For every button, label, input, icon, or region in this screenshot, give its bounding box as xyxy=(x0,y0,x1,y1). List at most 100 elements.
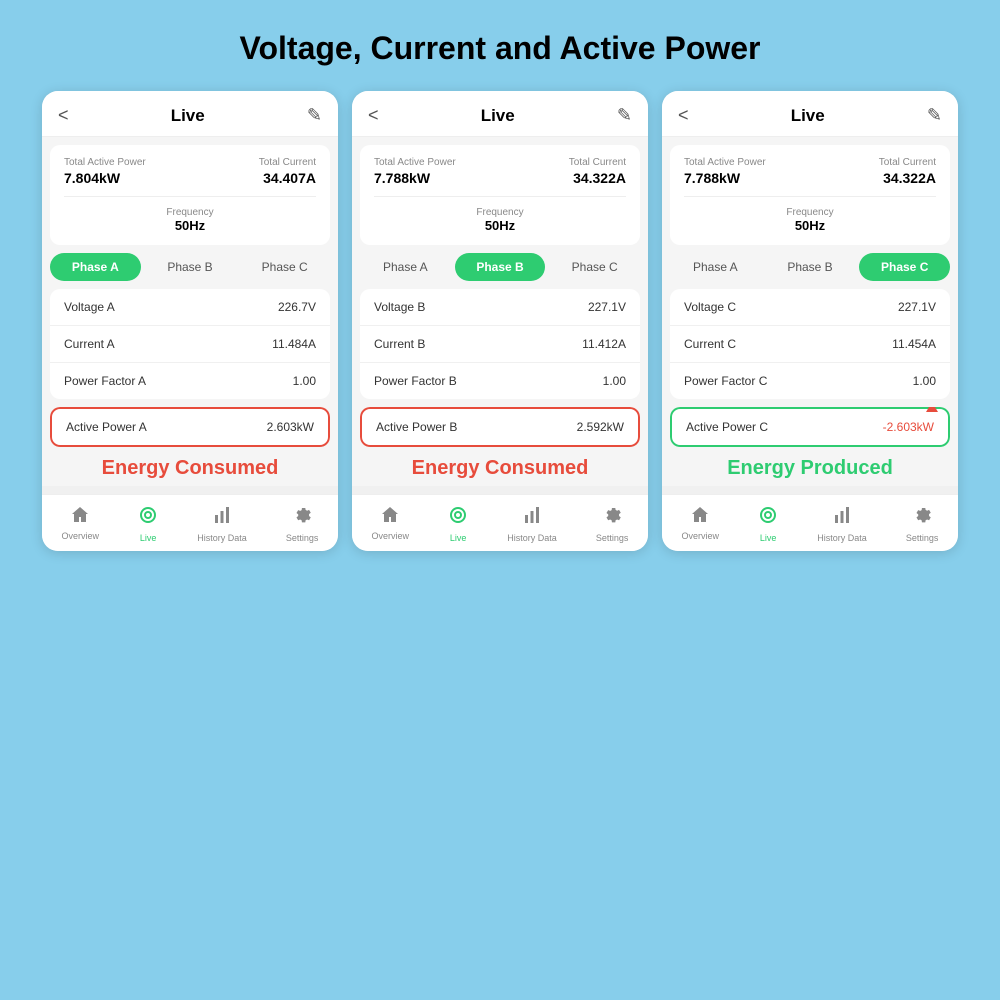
phase-tab-phase-b[interactable]: Phase B xyxy=(145,253,236,281)
nav-item-settings[interactable]: Settings xyxy=(596,505,629,543)
nav-item-history-data[interactable]: History Data xyxy=(197,505,247,543)
phone-header: < Live ✎ xyxy=(662,91,958,137)
total-active-power-value: 7.804kW xyxy=(64,170,120,186)
active-power-value: -2.603kW xyxy=(883,420,934,434)
bottom-nav: Overview Live History Data Settings xyxy=(42,494,338,551)
nav-item-history-data[interactable]: History Data xyxy=(507,505,557,543)
active-power-section: Active Power C -2.603kW xyxy=(670,407,950,447)
data-row: Voltage C 227.1V xyxy=(670,289,950,326)
live-icon xyxy=(448,505,468,530)
frequency-label: Frequency xyxy=(374,207,626,218)
nav-label-overview: Overview xyxy=(682,531,720,541)
row-value: 1.00 xyxy=(913,374,936,388)
nav-label-settings: Settings xyxy=(906,533,939,543)
total-active-power-label: Total Active Power xyxy=(684,157,766,168)
active-power-row: Active Power C -2.603kW xyxy=(670,407,950,447)
nav-label-history-data: History Data xyxy=(197,533,247,543)
phone-header: < Live ✎ xyxy=(42,91,338,137)
nav-item-history-data[interactable]: History Data xyxy=(817,505,867,543)
row-label: Power Factor C xyxy=(684,374,767,388)
phase-tab-phase-c[interactable]: Phase C xyxy=(859,253,950,281)
data-section: Voltage B 227.1V Current B 11.412A Power… xyxy=(360,289,640,399)
data-row: Power Factor B 1.00 xyxy=(360,363,640,399)
data-row: Voltage A 226.7V xyxy=(50,289,330,326)
data-row: Current B 11.412A xyxy=(360,326,640,363)
total-active-power-label: Total Active Power xyxy=(374,157,456,168)
nav-item-live[interactable]: Live xyxy=(758,505,778,543)
phone-header: < Live ✎ xyxy=(352,91,648,137)
back-button[interactable]: < xyxy=(678,105,689,126)
row-value: 11.454A xyxy=(892,337,936,351)
phase-tabs: Phase APhase BPhase C xyxy=(360,253,640,281)
edit-button[interactable]: ✎ xyxy=(307,105,322,126)
phone-2: < Live ✎ Total Active Power 7.788kW Tota… xyxy=(662,91,958,551)
phase-tab-phase-c[interactable]: Phase C xyxy=(239,253,330,281)
phase-tab-phase-a[interactable]: Phase A xyxy=(670,253,761,281)
overview-icon xyxy=(690,505,710,528)
total-current-value: 34.407A xyxy=(263,170,316,186)
phase-tabs: Phase APhase BPhase C xyxy=(50,253,330,281)
active-power-label: Active Power B xyxy=(376,420,457,434)
nav-item-settings[interactable]: Settings xyxy=(286,505,319,543)
row-label: Voltage A xyxy=(64,300,115,314)
active-power-value: 2.592kW xyxy=(577,420,624,434)
row-label: Current A xyxy=(64,337,115,351)
stats-section: Total Active Power 7.788kW Total Current… xyxy=(360,145,640,245)
row-value: 1.00 xyxy=(603,374,626,388)
nav-label-settings: Settings xyxy=(596,533,629,543)
total-current-value: 34.322A xyxy=(573,170,626,186)
nav-label-overview: Overview xyxy=(62,531,100,541)
total-current-label: Total Current xyxy=(879,157,936,168)
nav-item-overview[interactable]: Overview xyxy=(62,505,100,543)
total-current-label: Total Current xyxy=(259,157,316,168)
bottom-nav: Overview Live History Data Settings xyxy=(352,494,648,551)
live-title: Live xyxy=(481,106,515,126)
back-button[interactable]: < xyxy=(368,105,379,126)
nav-item-overview[interactable]: Overview xyxy=(682,505,720,543)
nav-item-live[interactable]: Live xyxy=(448,505,468,543)
active-power-label: Active Power C xyxy=(686,420,768,434)
nav-label-settings: Settings xyxy=(286,533,319,543)
settings-icon xyxy=(912,505,932,530)
nav-item-settings[interactable]: Settings xyxy=(906,505,939,543)
live-icon xyxy=(758,505,778,530)
back-button[interactable]: < xyxy=(58,105,69,126)
phone-0: < Live ✎ Total Active Power 7.804kW Tota… xyxy=(42,91,338,551)
nav-item-live[interactable]: Live xyxy=(138,505,158,543)
frequency-label: Frequency xyxy=(64,207,316,218)
row-value: 11.412A xyxy=(582,337,626,351)
active-power-label: Active Power A xyxy=(66,420,147,434)
row-label: Power Factor B xyxy=(374,374,457,388)
phase-tab-phase-b[interactable]: Phase B xyxy=(455,253,546,281)
active-power-value: 2.603kW xyxy=(267,420,314,434)
row-label: Current C xyxy=(684,337,736,351)
nav-label-live: Live xyxy=(450,533,467,543)
history-data-icon xyxy=(832,505,852,530)
data-row: Current A 11.484A xyxy=(50,326,330,363)
phase-tab-phase-b[interactable]: Phase B xyxy=(765,253,856,281)
data-section: Voltage A 226.7V Current A 11.484A Power… xyxy=(50,289,330,399)
data-row: Power Factor A 1.00 xyxy=(50,363,330,399)
edit-button[interactable]: ✎ xyxy=(927,105,942,126)
energy-caption: Energy Consumed xyxy=(352,447,648,486)
frequency-value: 50Hz xyxy=(684,218,936,233)
energy-caption: Energy Produced xyxy=(662,447,958,486)
up-arrow-icon xyxy=(926,407,938,412)
nav-item-overview[interactable]: Overview xyxy=(372,505,410,543)
phase-tab-phase-a[interactable]: Phase A xyxy=(50,253,141,281)
row-value: 1.00 xyxy=(293,374,316,388)
phase-tab-phase-a[interactable]: Phase A xyxy=(360,253,451,281)
total-current-label: Total Current xyxy=(569,157,626,168)
row-value: 227.1V xyxy=(588,300,626,314)
edit-button[interactable]: ✎ xyxy=(617,105,632,126)
active-power-section: Active Power A 2.603kW xyxy=(50,407,330,447)
row-label: Voltage B xyxy=(374,300,425,314)
phase-tabs: Phase APhase BPhase C xyxy=(670,253,950,281)
total-active-power-label: Total Active Power xyxy=(64,157,146,168)
total-active-power-value: 7.788kW xyxy=(684,170,740,186)
frequency-label: Frequency xyxy=(684,207,936,218)
phase-tab-phase-c[interactable]: Phase C xyxy=(549,253,640,281)
nav-label-history-data: History Data xyxy=(817,533,867,543)
data-row: Voltage B 227.1V xyxy=(360,289,640,326)
history-data-icon xyxy=(522,505,542,530)
